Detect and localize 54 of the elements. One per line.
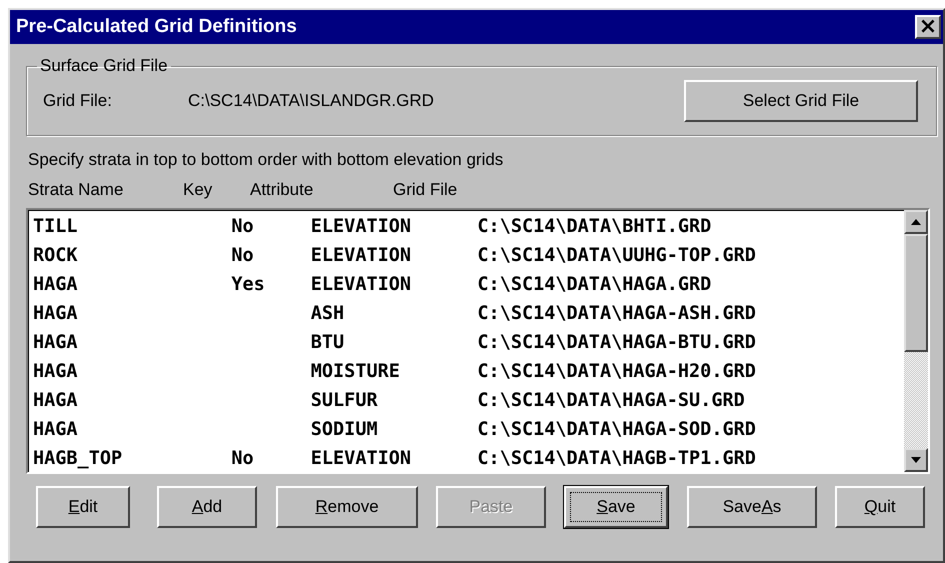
up-arrow-icon	[911, 219, 921, 225]
scrollbar[interactable]	[904, 210, 928, 472]
list-cell[interactable]: C:\SC14\DATA\HAGA-SU.GRD	[477, 390, 904, 411]
action-button[interactable]: Remove	[276, 486, 418, 528]
list-cell[interactable]: HAGA	[33, 361, 232, 382]
down-arrow-icon	[911, 457, 921, 463]
field-label: Grid File:	[43, 91, 113, 111]
column-header: Key	[183, 180, 214, 201]
scroll-thumb[interactable]	[904, 234, 928, 352]
list-cell[interactable]: C:\SC14\DATA\HAGA-H20.GRD	[477, 361, 904, 382]
list-cell[interactable]: ELEVATION	[310, 216, 478, 237]
group-title: Surface Grid File	[39, 56, 169, 76]
list-cell[interactable]: HAGA	[33, 332, 232, 353]
list-cell[interactable]: SULFUR	[310, 390, 478, 411]
list-cell[interactable]: HAGA	[33, 274, 232, 295]
list-cell[interactable]: Yes	[231, 274, 311, 295]
column-header: Strata Name	[28, 180, 124, 201]
column-header: Grid File	[393, 180, 458, 201]
list-cell[interactable]: MOISTURE	[310, 361, 478, 382]
list-cell[interactable]: TILL	[33, 216, 232, 237]
scroll-down-button[interactable]	[904, 448, 928, 472]
list-cell[interactable]: No	[231, 216, 311, 237]
list-cell[interactable]: HAGA	[33, 390, 232, 411]
instruction-text: Specify strata in top to bottom order with bottom elevation grids	[28, 150, 504, 170]
list-cell[interactable]: HAGA	[33, 419, 232, 440]
close-button[interactable]: ×	[915, 15, 941, 39]
list-cell[interactable]: ELEVATION	[310, 448, 478, 469]
action-button[interactable]: Add	[157, 486, 257, 528]
action-button[interactable]: Edit	[36, 486, 130, 528]
list-cell[interactable]: ELEVATION	[310, 274, 478, 295]
column-header: Attribute	[250, 180, 314, 201]
list-cell[interactable]: No	[231, 448, 311, 469]
action-button[interactable]: Save	[564, 486, 668, 528]
list-cell[interactable]: ASH	[310, 303, 478, 324]
list-cell[interactable]: C:\SC14\DATA\HAGB-TP1.GRD	[477, 448, 904, 469]
list-cell[interactable]: C:\SC14\DATA\HAGA-BTU.GRD	[477, 332, 904, 353]
list-cell[interactable]: ROCK	[33, 245, 232, 266]
list-cell[interactable]: HAGB_TOP	[33, 448, 232, 469]
list-cell[interactable]: No	[231, 245, 311, 266]
list-cell[interactable]: ELEVATION	[310, 245, 478, 266]
list-cell[interactable]: C:\SC14\DATA\HAGA-ASH.GRD	[477, 303, 904, 324]
scroll-up-button[interactable]	[904, 210, 928, 234]
list-cell[interactable]: BTU	[310, 332, 478, 353]
list-cell[interactable]: C:\SC14\DATA\HAGA.GRD	[477, 274, 904, 295]
select-file-button[interactable]: Select Grid File	[684, 80, 918, 122]
action-button[interactable]: Quit	[835, 486, 925, 528]
list-cell[interactable]: SODIUM	[310, 419, 478, 440]
action-button[interactable]: SaveAs	[687, 486, 817, 528]
list-cell[interactable]: C:\SC14\DATA\HAGA-SOD.GRD	[477, 419, 904, 440]
file-path: C:\SC14\DATA\ISLANDGR.GRD	[188, 91, 435, 111]
list-cell[interactable]: C:\SC14\DATA\UUHG-TOP.GRD	[477, 245, 904, 266]
list-cell[interactable]: C:\SC14\DATA\BHTI.GRD	[477, 216, 904, 237]
window-title: Pre-Calculated Grid Definitions	[16, 16, 297, 38]
list-cell[interactable]: HAGA	[33, 303, 232, 324]
